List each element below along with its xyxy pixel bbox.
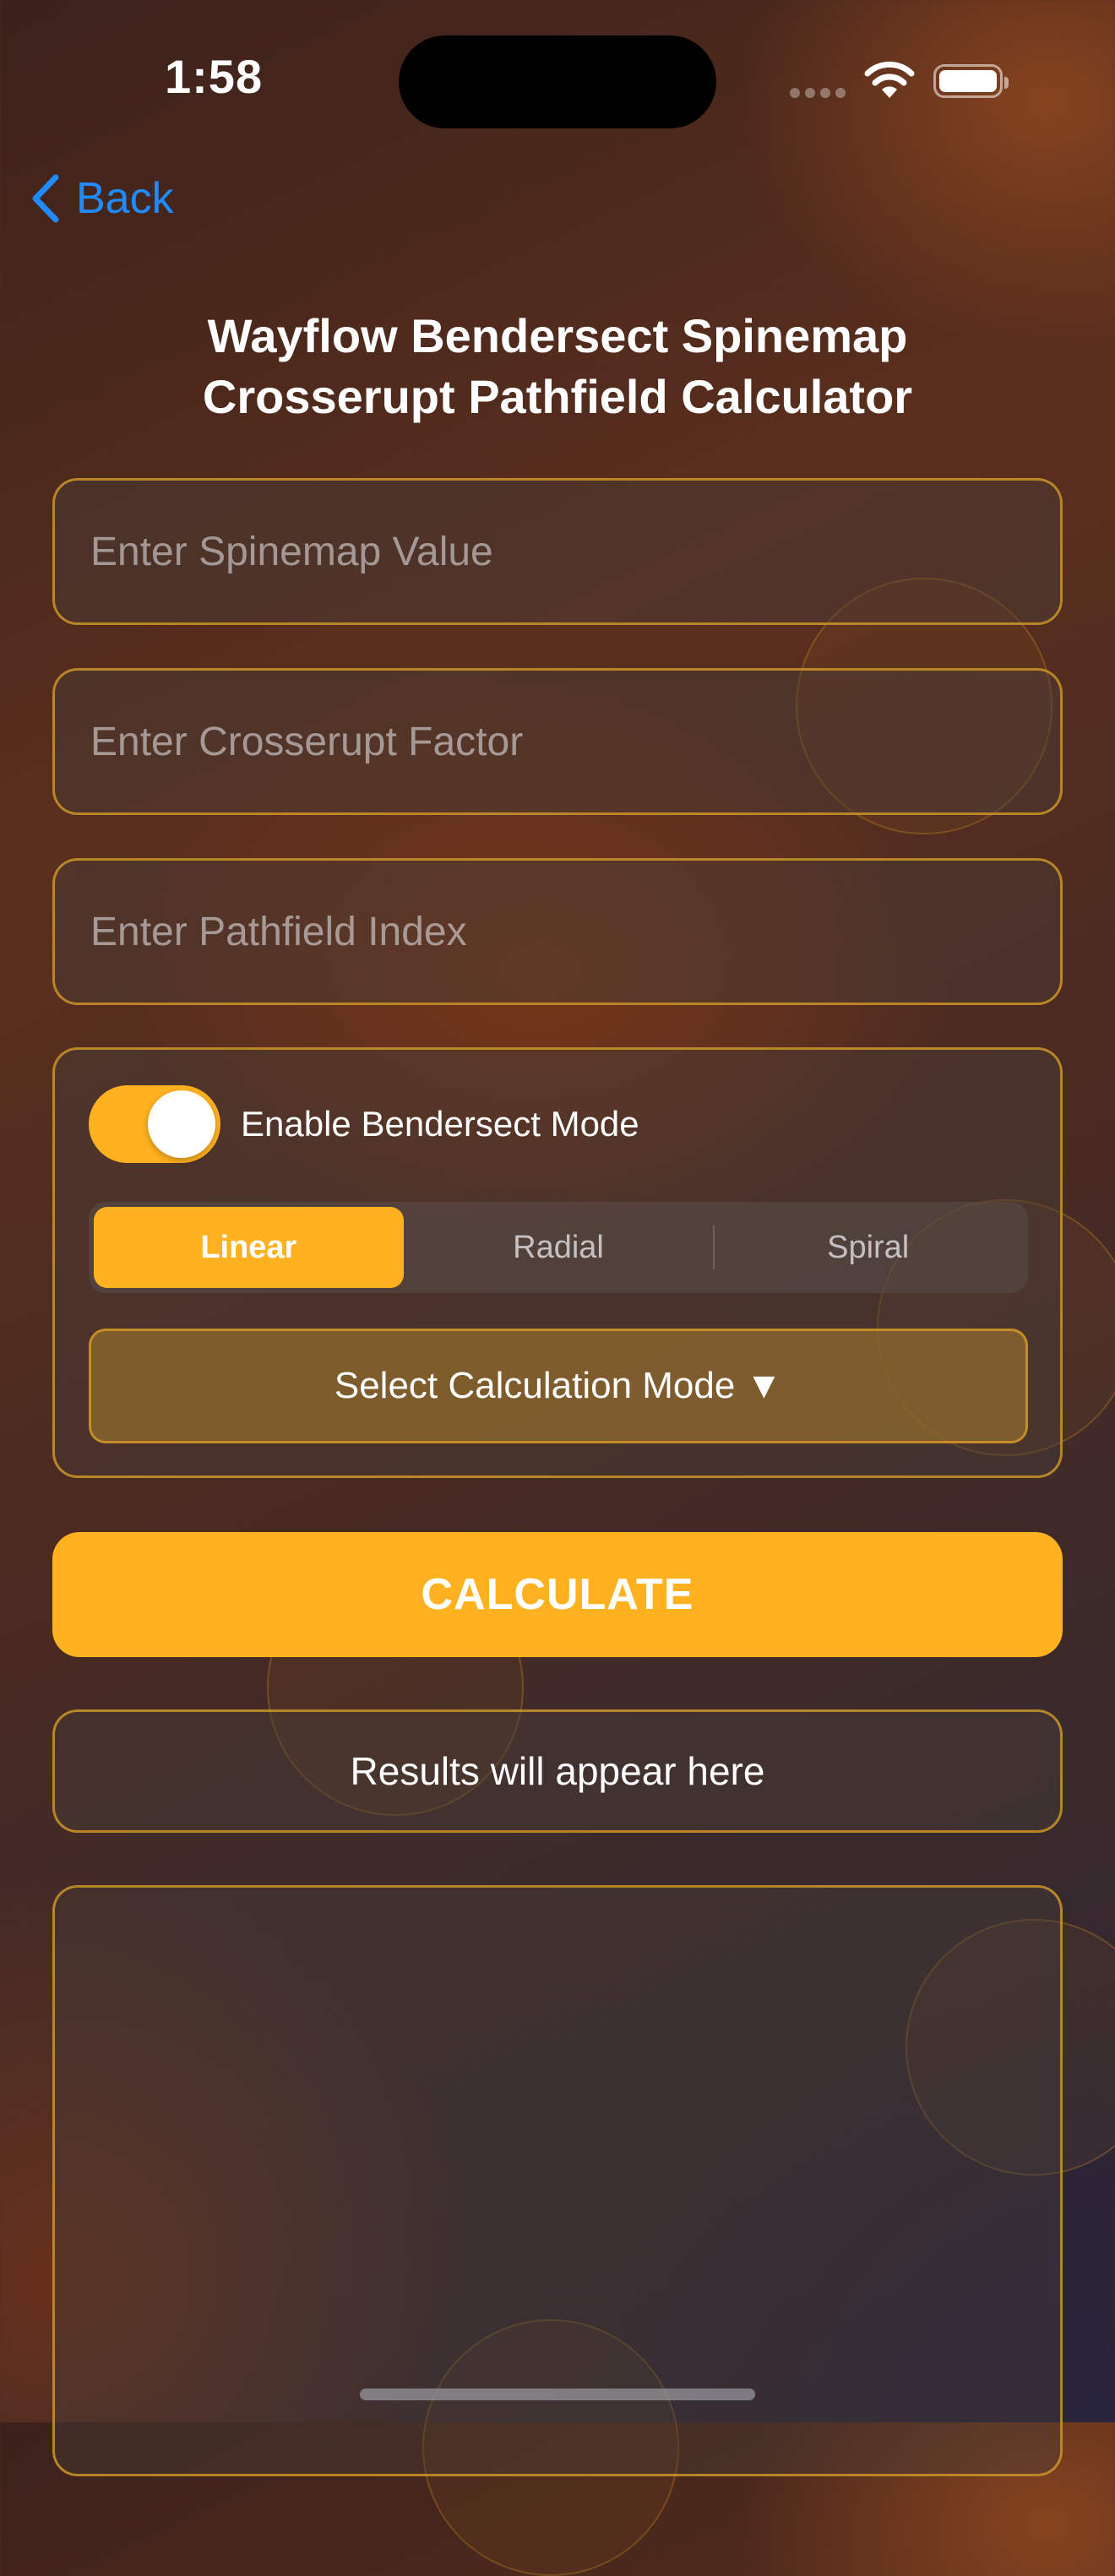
mode-segmented-control: Linear Radial Spiral [89,1202,1028,1293]
bendersect-mode-label: Enable Bendersect Mode [241,1104,639,1144]
results-box: Results will appear here [52,1709,1063,1833]
calculation-mode-select[interactable]: Select Calculation Mode ▼ [89,1329,1028,1443]
bendersect-mode-toggle[interactable] [89,1085,220,1163]
segment-radial[interactable]: Radial [404,1207,714,1288]
home-indicator [360,2389,755,2400]
crosserupt-input[interactable] [52,668,1063,815]
status-time: 1:58 [165,50,264,103]
options-panel: Enable Bendersect Mode Linear Radial Spi… [52,1047,1063,1478]
segment-linear[interactable]: Linear [94,1207,404,1288]
dynamic-island [399,35,716,128]
back-label: Back [76,174,174,223]
page-title-line-1: Wayflow Bendersect Spinemap [207,309,908,362]
results-detail-panel [52,1885,1063,2476]
results-text: Results will appear here [350,1749,765,1793]
battery-icon [933,64,1009,98]
page-title: Wayflow Bendersect Spinemap Crosserupt P… [84,306,1031,427]
page-title-line-2: Crosserupt Pathfield Calculator [202,370,913,423]
cellular-signal-icon [790,88,846,98]
chevron-left-icon [30,174,61,223]
wifi-icon [863,61,916,104]
segment-spiral[interactable]: Spiral [713,1207,1023,1288]
back-button[interactable]: Back [30,169,174,228]
spinemap-input[interactable] [52,478,1063,625]
calculate-button[interactable]: CALCULATE [52,1532,1063,1657]
pathfield-input[interactable] [52,858,1063,1005]
toggle-knob [148,1090,215,1158]
